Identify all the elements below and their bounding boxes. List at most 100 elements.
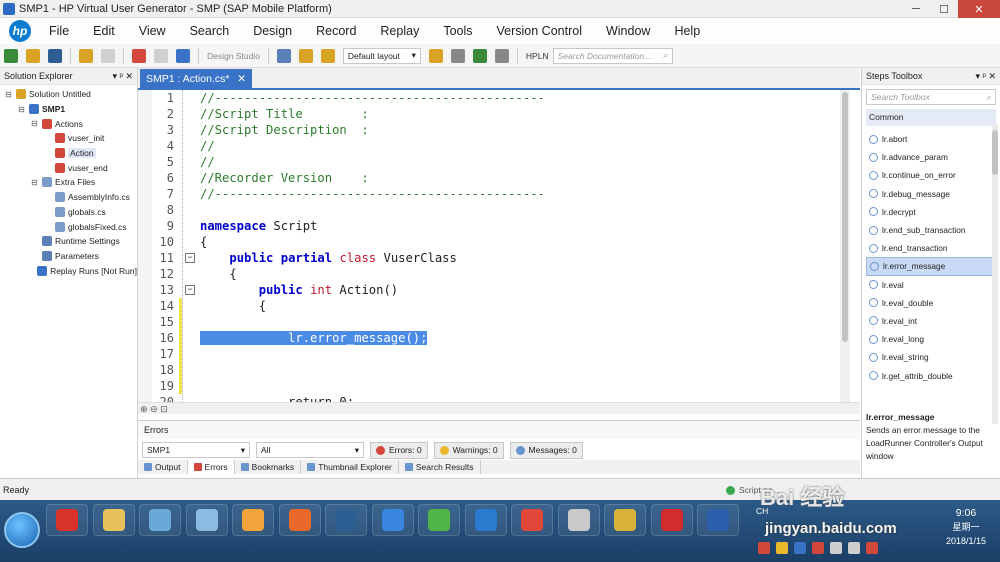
menu-search[interactable]: Search: [190, 24, 230, 38]
code-line[interactable]: //--------------------------------------…: [200, 90, 840, 106]
minimize-button[interactable]: ─: [902, 0, 930, 18]
step-navigator-icon[interactable]: [320, 48, 335, 63]
tools-icon[interactable]: [450, 48, 465, 63]
expand-icon[interactable]: ⊟: [17, 105, 26, 114]
taskbar-app[interactable]: [511, 504, 553, 536]
zoom-controls[interactable]: ⊕ ⊖ ⊡: [140, 404, 168, 415]
code-line[interactable]: public partial class VuserClass: [200, 250, 840, 266]
tray-app-icon[interactable]: [812, 542, 824, 554]
toolbox-step[interactable]: lr.decrypt: [866, 203, 996, 221]
code-line[interactable]: //: [200, 154, 840, 170]
code-line[interactable]: namespace Script: [200, 218, 840, 234]
script-view-icon[interactable]: [276, 48, 291, 63]
taskbar-app[interactable]: [92, 504, 135, 536]
tree-item[interactable]: ⊟ Extra Files: [0, 175, 137, 190]
toolbox-search-input[interactable]: Search Toolbox ⌕: [866, 89, 996, 105]
tree-item[interactable]: Parameters: [0, 249, 137, 264]
menu-help[interactable]: Help: [674, 24, 700, 38]
menu-design[interactable]: Design: [253, 24, 292, 38]
code-line[interactable]: //Recorder Version :: [200, 170, 840, 186]
toolbox-step[interactable]: lr.end_sub_transaction: [866, 221, 996, 239]
toolbox-step[interactable]: lr.debug_message: [866, 185, 996, 203]
panel-pin-close[interactable]: ▾ ᵖ ✕: [976, 71, 996, 81]
tray-app-icon[interactable]: [776, 542, 788, 554]
tree-item[interactable]: ⊟ SMP1: [0, 102, 137, 117]
tree-item[interactable]: Replay Runs [Not Run]: [0, 263, 137, 278]
tray-app-icon[interactable]: [758, 542, 770, 554]
panel-pin-close[interactable]: ▾ ᵖ ✕: [113, 71, 133, 81]
toolbox-step[interactable]: lr.continue_on_error: [866, 166, 996, 184]
start-button[interactable]: [4, 512, 40, 548]
snapshot-icon[interactable]: [298, 48, 313, 63]
toolbox-step[interactable]: lr.eval_double: [866, 294, 996, 312]
tab-close-icon[interactable]: ✕: [237, 73, 246, 86]
menu-window[interactable]: Window: [606, 24, 650, 38]
taskbar-app[interactable]: [46, 504, 88, 536]
code-editor[interactable]: 1 2 3 4 5 6 7 8 9 10 11 12 13 14 15 16 17 18 19 20 − − //--…: [138, 90, 850, 402]
filter-select[interactable]: All ▾: [256, 442, 364, 458]
code-line[interactable]: lr.error_message();: [200, 330, 840, 346]
code-line[interactable]: {: [200, 266, 840, 282]
taskbar-app[interactable]: [697, 504, 739, 536]
tab-output[interactable]: Output: [138, 460, 188, 474]
code-line[interactable]: [200, 362, 840, 378]
tree-item[interactable]: Action: [0, 146, 137, 161]
code-line[interactable]: [200, 202, 840, 218]
tab-errors[interactable]: Errors: [187, 460, 235, 474]
warnings-toggle[interactable]: Warnings: 0: [433, 441, 504, 459]
toolbox-step[interactable]: lr.advance_param: [866, 148, 996, 166]
tree-item[interactable]: ⊟ Actions: [0, 116, 137, 131]
taskbar-app[interactable]: [464, 504, 507, 536]
menu-edit[interactable]: Edit: [93, 24, 115, 38]
toolbox-step[interactable]: lr.eval_int: [866, 312, 996, 330]
taskbar-app[interactable]: [604, 504, 646, 536]
code-line[interactable]: {: [200, 234, 840, 250]
tab-bookmarks[interactable]: Bookmarks: [235, 460, 302, 474]
tree-item[interactable]: globals.cs: [0, 205, 137, 220]
taskbar-app[interactable]: [185, 504, 228, 536]
taskbar-app[interactable]: [278, 504, 321, 536]
fold-toggle-icon[interactable]: −: [185, 253, 195, 263]
new-solution-icon[interactable]: [4, 48, 18, 63]
tab-thumbnail-explorer[interactable]: Thumbnail Explorer: [301, 460, 399, 474]
volume-icon[interactable]: [848, 542, 860, 554]
tree-item[interactable]: vuser_end: [0, 160, 137, 175]
taskbar-app[interactable]: [232, 504, 274, 536]
menu-record[interactable]: Record: [316, 24, 356, 38]
toolbox-group-common[interactable]: Common: [866, 109, 996, 126]
compile-icon[interactable]: [154, 48, 168, 63]
scroll-thumb[interactable]: [842, 92, 848, 342]
design-studio-button[interactable]: Design Studio: [207, 51, 260, 61]
tree-item[interactable]: AssemblyInfo.cs: [0, 190, 137, 205]
replay-icon[interactable]: [176, 48, 190, 63]
redo-icon[interactable]: [101, 48, 115, 63]
tree-item[interactable]: vuser_init: [0, 131, 137, 146]
toolbox-step[interactable]: lr.end_transaction: [866, 239, 996, 257]
close-button[interactable]: ✕: [958, 0, 1000, 18]
taskbar-app[interactable]: [139, 504, 181, 536]
toolbox-step[interactable]: lr.abort: [866, 130, 996, 148]
fold-toggle-icon[interactable]: −: [185, 285, 195, 295]
code-line[interactable]: //: [200, 138, 840, 154]
expand-icon[interactable]: ⊟: [30, 119, 39, 128]
expand-icon[interactable]: ⊟: [30, 178, 39, 187]
errors-toggle[interactable]: Errors: 0: [370, 441, 428, 459]
scroll-thumb[interactable]: [992, 130, 998, 175]
tab-search-results[interactable]: Search Results: [399, 460, 481, 474]
editor-vertical-scrollbar[interactable]: [840, 90, 850, 402]
toolbox-step[interactable]: lr.get_attrib_double: [866, 366, 996, 384]
editor-horizontal-scrollbar[interactable]: ⊕ ⊖ ⊡: [138, 402, 860, 414]
layout-select[interactable]: Default layout ▾: [342, 47, 421, 64]
code-line[interactable]: {: [200, 298, 840, 314]
menu-view[interactable]: View: [139, 24, 166, 38]
code-line[interactable]: //--------------------------------------…: [200, 186, 840, 202]
expand-icon[interactable]: ⊟: [4, 90, 13, 99]
menu-file[interactable]: File: [49, 24, 69, 38]
tray-app-icon[interactable]: [794, 542, 806, 554]
toolbox-step[interactable]: lr.eval_string: [866, 348, 996, 366]
hpln-button[interactable]: HPLN: [526, 51, 549, 61]
tree-item[interactable]: Runtime Settings: [0, 234, 137, 249]
code-line[interactable]: [200, 346, 840, 362]
undo-icon[interactable]: [79, 48, 93, 63]
documentation-search-input[interactable]: Search Documentation... ⌕: [552, 47, 673, 64]
